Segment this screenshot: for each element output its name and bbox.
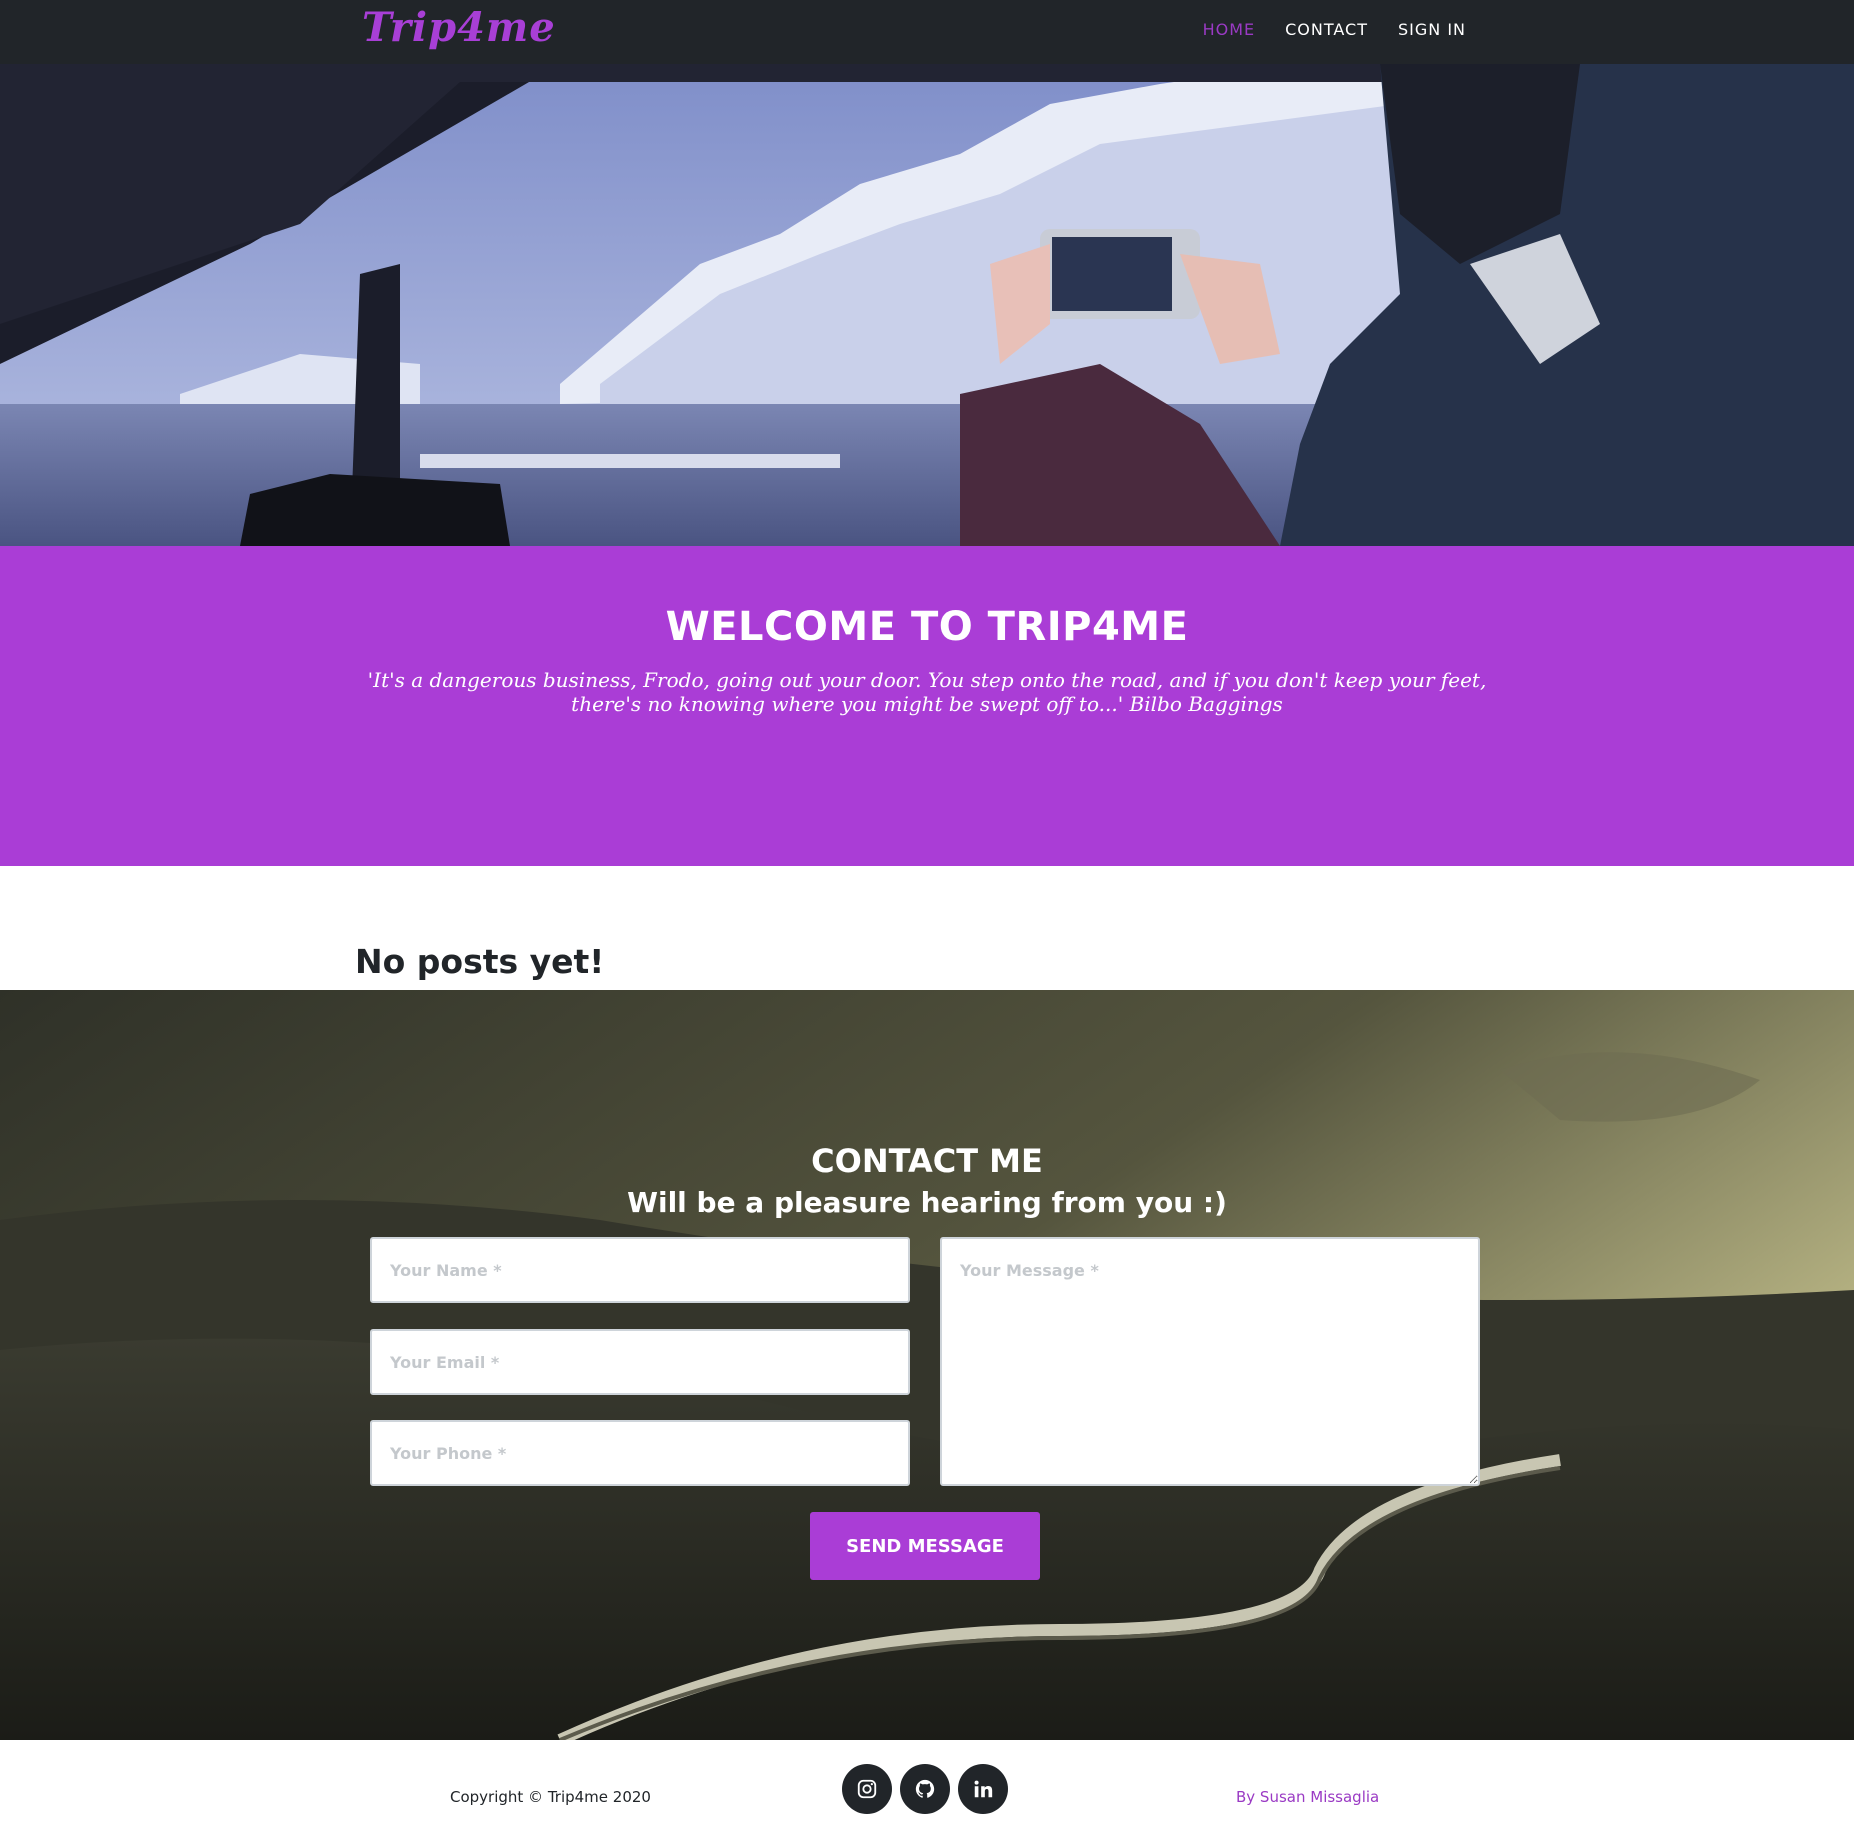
nav-link-contact[interactable]: CONTACT [1285,20,1368,39]
navbar: Trip4me HOME CONTACT SIGN IN [0,0,1854,64]
hero-image [0,64,1854,546]
footer: Copyright © Trip4me 2020 By Susan Missag… [0,1740,1854,1846]
linkedin-icon[interactable] [958,1764,1008,1814]
contact-background-image [0,990,1854,1740]
welcome-title: WELCOME TO TRIP4ME [665,604,1189,650]
email-input[interactable] [370,1329,910,1395]
brand-logo[interactable]: Trip4me [362,2,555,54]
brand-text[interactable]: Trip4me [362,2,556,54]
contact-section: CONTACT ME Will be a pleasure hearing fr… [0,990,1854,1740]
welcome-quote: 'It's a dangerous business, Frodo, going… [367,668,1487,716]
send-message-button[interactable]: SEND MESSAGE [810,1512,1040,1580]
contact-subtitle: Will be a pleasure hearing from you :) [627,1186,1227,1219]
social-links [842,1764,1008,1814]
instagram-icon[interactable] [842,1764,892,1814]
welcome-section: WELCOME TO TRIP4ME 'It's a dangerous bus… [0,546,1854,866]
author-link[interactable]: By Susan Missaglia [1236,1788,1379,1806]
nav-links: HOME CONTACT SIGN IN [1203,0,1466,58]
name-input[interactable] [370,1237,910,1303]
github-icon[interactable] [900,1764,950,1814]
nav-link-sign-in[interactable]: SIGN IN [1398,20,1466,39]
phone-input[interactable] [370,1420,910,1486]
copyright-text: Copyright © Trip4me 2020 [450,1788,651,1806]
message-textarea[interactable] [940,1237,1480,1486]
contact-title: CONTACT ME [811,1142,1043,1180]
nav-link-home[interactable]: HOME [1203,20,1256,39]
no-posts-message: No posts yet! [355,942,605,981]
